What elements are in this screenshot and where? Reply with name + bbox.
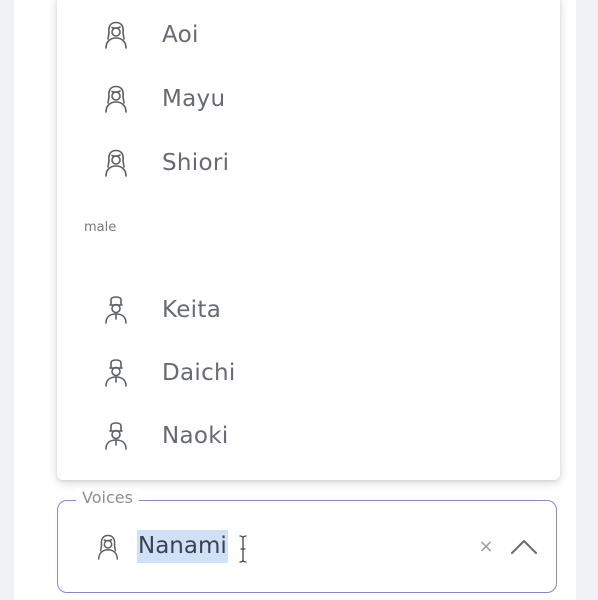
voice-option-keita[interactable]: Keita: [57, 283, 560, 337]
voice-option-label: Keita: [162, 297, 222, 323]
female-voice-icon: [105, 149, 127, 177]
voice-option-label: Shiori: [162, 150, 230, 176]
group-label-male: male: [84, 220, 117, 235]
text-cursor-icon: [239, 535, 247, 563]
page-background-left: [0, 0, 14, 600]
male-voice-icon: [105, 359, 127, 387]
voice-option-mayu[interactable]: Mayu: [57, 72, 560, 126]
voice-option-label: Naoki: [162, 423, 229, 449]
voice-search-input[interactable]: Nanami: [137, 530, 228, 563]
male-voice-icon: [105, 422, 127, 450]
voice-dropdown-menu: Aoi Mayu Shiori male Keita Daichi Naoki: [57, 0, 560, 480]
clear-selection-button[interactable]: ×: [476, 535, 496, 559]
voices-field-label: Voices: [76, 488, 139, 507]
female-voice-icon: [105, 21, 127, 49]
female-voice-icon: [98, 534, 118, 560]
page-background-right: [576, 0, 598, 600]
voice-option-naoki[interactable]: Naoki: [57, 409, 560, 463]
voice-option-daichi[interactable]: Daichi: [57, 346, 560, 400]
male-voice-icon: [105, 296, 127, 324]
voice-option-aoi[interactable]: Aoi: [57, 8, 560, 62]
voice-select-screen: Aoi Mayu Shiori male Keita Daichi Naoki …: [0, 0, 598, 600]
voice-option-shiori[interactable]: Shiori: [57, 136, 560, 190]
female-voice-icon: [105, 85, 127, 113]
voices-select-field[interactable]: Voices Nanami ×: [57, 488, 557, 593]
voice-option-label: Mayu: [162, 86, 226, 112]
voice-option-label: Daichi: [162, 360, 236, 386]
voice-option-label: Aoi: [162, 22, 199, 48]
chevron-up-icon[interactable]: [507, 531, 541, 563]
